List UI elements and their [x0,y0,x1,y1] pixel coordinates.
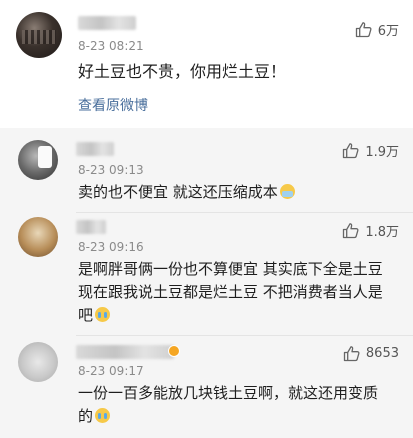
like-count: 6万 [377,24,399,39]
reply-time: 8-23 09:16 [78,240,144,254]
reply-text-line: 的 [78,407,94,425]
crying-face-emoji-icon [95,408,111,423]
like-button[interactable]: 8653 [343,345,399,362]
username-blurred[interactable] [78,16,136,30]
like-button[interactable]: 6万 [355,20,399,39]
crying-face-emoji-icon [95,307,111,322]
like-button[interactable]: 1.8万 [342,221,399,240]
main-comment: 8-23 08:21 6万 好土豆也不贵，你用烂土豆！ 查看原微博 [0,0,413,128]
reply-text-line: 是啊胖哥俩一份也不算便宜 其实底下全是土豆 [78,260,383,278]
reply-text: 卖的也不便宜 就这还压缩成本 [78,181,295,204]
avatar[interactable] [18,140,58,180]
reply-text-line: 一份一百多能放几块钱土豆啊，就这还用变质 [78,384,379,402]
view-original-post-link[interactable]: 查看原微博 [78,95,148,115]
like-count: 1.8万 [365,225,399,240]
thumbs-up-icon [343,346,360,362]
avatar[interactable] [16,12,62,58]
username-blurred[interactable] [76,142,114,156]
comment-time: 8-23 08:21 [78,39,144,53]
divider [76,212,413,213]
reply-text: 的 [78,405,111,428]
username-blurred[interactable] [76,220,106,234]
like-button[interactable]: 1.9万 [342,141,399,160]
reply-time: 8-23 09:17 [78,364,144,378]
reply-text-line: 吧 [78,306,94,324]
reply-text-line: 卖的也不便宜 就这还压缩成本 [78,183,278,201]
comment-text: 好土豆也不贵，你用烂土豆！ [78,62,287,81]
thumbs-up-icon [343,143,359,159]
user-badge-icon [168,345,180,357]
reply-text: 吧 [78,304,111,327]
avatar[interactable] [18,217,58,257]
thumbs-up-icon [355,22,372,38]
avatar[interactable] [18,342,58,382]
thumbs-up-icon [343,223,359,239]
divider [76,335,413,336]
reply-time: 8-23 09:13 [78,163,144,177]
mask-face-emoji-icon [279,184,295,199]
like-count: 1.9万 [365,145,399,160]
like-count: 8653 [365,346,399,361]
reply-text-line: 现在跟我说土豆都是烂土豆 不把消费者当人是 [78,283,383,301]
replies-section: 8-23 09:13 1.9万 卖的也不便宜 就这还压缩成本 8-23 09:1… [0,128,413,438]
username-blurred[interactable] [76,345,174,359]
